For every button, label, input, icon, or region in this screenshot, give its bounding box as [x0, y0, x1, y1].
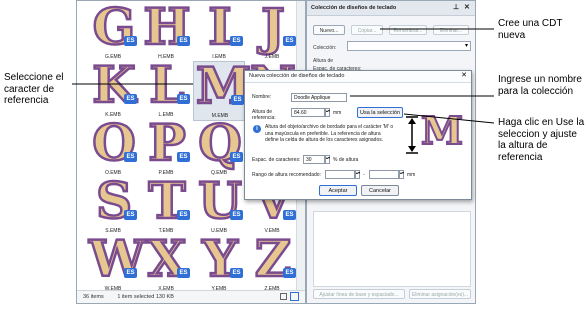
annotation-create-cdt: Cree una CDT nueva	[498, 18, 563, 41]
annotation-click-use: Haga clic en Use la seleccion y ajuste l…	[498, 117, 585, 163]
annotation-select-char: Seleccione el caracter de referencia	[4, 72, 64, 106]
annotation-enter-name: Ingrese un nombre para la colección	[498, 74, 582, 97]
